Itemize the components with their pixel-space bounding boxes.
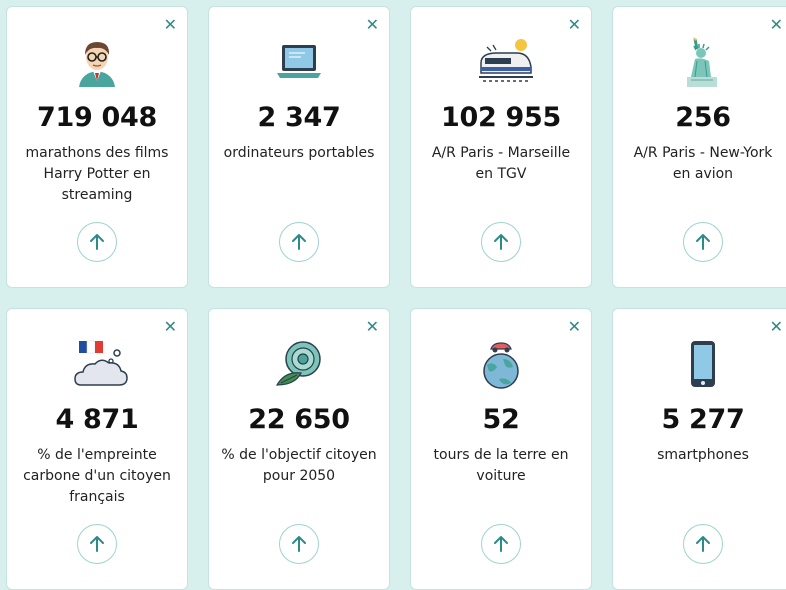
card-label: ordinateurs portables — [223, 145, 375, 161]
equivalent-card-smartphones: ✕ 5 277 smartphones — [612, 308, 786, 590]
arrow-up-icon — [292, 536, 306, 552]
arrow-up-icon — [494, 234, 508, 250]
equivalent-card-harry-potter: ✕ 719 048 marathons des films Harry Pott… — [6, 6, 188, 288]
close-icon[interactable]: ✕ — [770, 319, 783, 335]
card-value: 2 347 — [257, 102, 341, 133]
card-value: 4 871 — [55, 404, 139, 435]
expand-button[interactable] — [683, 524, 723, 564]
card-label: smartphones — [657, 447, 749, 463]
card-value: 52 — [482, 404, 520, 435]
target-leaf-icon — [275, 339, 323, 391]
equivalent-card-new-york: ✕ 256 A/R Paris - New-York en avion — [612, 6, 786, 288]
card-label: % de l'empreinte carbone d'un citoyen fr… — [23, 447, 171, 505]
equivalent-card-earth-tours: ✕ 52 tours de la terre en voiture — [410, 308, 592, 590]
expand-button[interactable] — [279, 524, 319, 564]
statue-of-liberty-icon — [679, 37, 727, 89]
close-icon[interactable]: ✕ — [568, 17, 581, 33]
close-icon[interactable]: ✕ — [568, 319, 581, 335]
arrow-up-icon — [696, 234, 710, 250]
card-label: marathons des films Harry Potter en stre… — [25, 145, 169, 203]
arrow-up-icon — [90, 234, 104, 250]
arrow-up-icon — [90, 536, 104, 552]
close-icon[interactable]: ✕ — [366, 319, 379, 335]
earth-car-icon — [477, 339, 525, 391]
card-value: 256 — [675, 102, 731, 133]
arrow-up-icon — [494, 536, 508, 552]
card-label: A/R Paris - New-York en avion — [633, 145, 773, 182]
arrow-up-icon — [292, 234, 306, 250]
expand-button[interactable] — [77, 524, 117, 564]
card-label: A/R Paris - Marseille en TGV — [431, 145, 571, 182]
card-label: % de l'objectif citoyen pour 2050 — [221, 447, 377, 484]
expand-button[interactable] — [481, 524, 521, 564]
harry-potter-icon — [73, 37, 121, 89]
card-value: 102 955 — [440, 102, 562, 133]
card-value: 5 277 — [661, 404, 745, 435]
equivalent-card-tgv: ✕ 102 955 A/R Paris - Marseille en TGV — [410, 6, 592, 288]
equivalent-card-citizen-goal: ✕ 22 650 % de l'objectif citoyen pour 20… — [208, 308, 390, 590]
close-icon[interactable]: ✕ — [770, 17, 783, 33]
close-icon[interactable]: ✕ — [164, 17, 177, 33]
close-icon[interactable]: ✕ — [366, 17, 379, 33]
expand-button[interactable] — [77, 222, 117, 262]
equivalent-card-carbon-footprint: ✕ 4 871 % de l'empreinte carbone d'un ci… — [6, 308, 188, 590]
french-cloud-icon — [73, 339, 128, 391]
arrow-up-icon — [696, 536, 710, 552]
expand-button[interactable] — [279, 222, 319, 262]
expand-button[interactable] — [481, 222, 521, 262]
equivalent-card-laptops: ✕ 2 347 ordinateurs portables — [208, 6, 390, 288]
card-value: 719 048 — [36, 102, 158, 133]
close-icon[interactable]: ✕ — [164, 319, 177, 335]
expand-button[interactable] — [683, 222, 723, 262]
card-value: 22 650 — [248, 404, 350, 435]
tgv-train-icon — [477, 37, 533, 89]
laptop-icon — [275, 37, 323, 89]
smartphone-icon — [679, 339, 727, 391]
card-label: tours de la terre en voiture — [433, 447, 569, 484]
